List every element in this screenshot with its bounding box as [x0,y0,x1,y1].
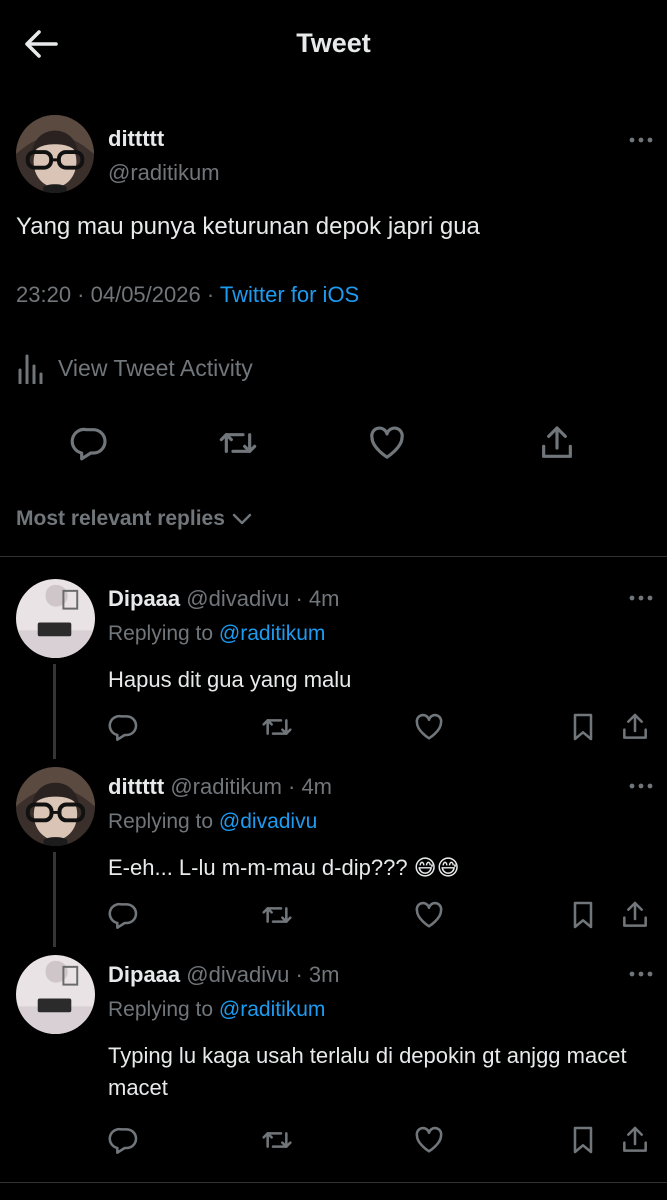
tweet-text: Yang mau punya keturunan depok japri gua [16,213,480,240]
more-icon [628,782,654,790]
share-button[interactable] [619,1124,651,1156]
share-icon [537,423,577,463]
retweet-button[interactable] [261,1124,293,1156]
heart-icon [367,423,407,463]
reply-button[interactable] [70,423,110,463]
like-button[interactable] [367,423,407,463]
bookmark-icon [567,899,599,931]
share-button[interactable] [619,711,651,743]
bookmark-button[interactable] [567,1124,599,1156]
replying-to: Replying to @raditikum [108,998,325,1022]
heart-icon [413,711,445,743]
replies-sort-label: Most relevant replies [16,507,225,530]
like-button[interactable] [413,711,445,743]
share-button[interactable] [619,899,651,931]
view-tweet-activity-label: View Tweet Activity [58,354,253,381]
author-display-name[interactable]: dittttt [108,126,164,152]
bookmark-icon [567,1124,599,1156]
heart-icon [413,1124,445,1156]
replying-to: Replying to @divadivu [108,810,317,834]
reply-button[interactable] [108,899,140,931]
reply-icon [70,423,110,463]
avatar[interactable] [16,115,94,193]
replying-to: Replying to @raditikum [108,622,325,646]
replying-to-label: Replying to [108,810,219,833]
reply-display-name[interactable]: Dipaaa [108,586,180,611]
reply-button[interactable] [108,711,140,743]
replying-to-label: Replying to [108,622,219,645]
chevron-down-icon [232,513,252,525]
more-icon [628,970,654,978]
more-icon [628,594,654,602]
reply-more-button[interactable] [628,594,654,602]
bookmark-icon [567,711,599,743]
thread-line [53,852,56,947]
bookmark-button[interactable] [567,899,599,931]
tweet-meta: 23:20 · 04/05/2026 · Twitter for iOS [16,282,359,308]
view-tweet-activity[interactable]: View Tweet Activity [16,350,253,386]
reply-icon [108,711,140,743]
retweet-button[interactable] [218,423,258,463]
share-icon [619,899,651,931]
reply-more-button[interactable] [628,782,654,790]
tweet-timestamp: 23:20 · 04/05/2026 · [16,282,220,307]
reply-meta[interactable]: @divadivu · 3m [186,962,339,987]
replying-to-label: Replying to [108,998,219,1021]
reply-avatar[interactable] [16,955,95,1034]
reply-header: Dipaaa @divadivu · 4m [108,586,339,612]
tweet-source-link[interactable]: Twitter for iOS [220,282,359,307]
author-handle[interactable]: @raditikum [108,160,220,186]
reply-text: E-eh... L-lu m-m-mau d-dip??? 😅😅 [108,855,460,880]
reply-header: dittttt @raditikum · 4m [108,774,332,800]
like-button[interactable] [413,1124,445,1156]
like-button[interactable] [413,899,445,931]
thread-line [53,664,56,759]
retweet-icon [261,899,293,931]
reply-avatar[interactable] [16,579,95,658]
reply-icon [108,899,140,931]
reply-text: Hapus dit gua yang malu [108,667,352,692]
reply-avatar[interactable] [16,767,95,846]
more-icon [628,136,654,144]
reply-display-name[interactable]: dittttt [108,774,164,799]
bookmark-button[interactable] [567,711,599,743]
replying-to-link[interactable]: @raditikum [219,622,326,645]
reply-display-name[interactable]: Dipaaa [108,962,180,987]
more-options-button[interactable] [628,136,654,144]
share-button[interactable] [537,423,577,463]
reply-more-button[interactable] [628,970,654,978]
retweet-icon [261,711,293,743]
retweet-button[interactable] [261,711,293,743]
retweet-button[interactable] [261,899,293,931]
reply-button[interactable] [108,1124,140,1156]
reply-meta[interactable]: @raditikum · 4m [170,774,332,799]
page-title: Tweet [296,28,371,58]
heart-icon [413,899,445,931]
reply-meta[interactable]: @divadivu · 4m [186,586,339,611]
share-icon [619,711,651,743]
replying-to-link[interactable]: @divadivu [219,810,317,833]
retweet-icon [261,1124,293,1156]
analytics-icon [18,354,43,384]
replies-sort-dropdown[interactable]: Most relevant replies [16,507,253,531]
reply-header: Dipaaa @divadivu · 3m [108,962,339,988]
reply-icon [108,1124,140,1156]
replying-to-link[interactable]: @raditikum [219,998,326,1021]
divider [0,1182,667,1183]
retweet-icon [218,423,258,463]
share-icon [619,1124,651,1156]
divider [0,556,667,557]
reply-text: Typing lu kaga usah terlalu di depokin g… [108,1043,627,1100]
